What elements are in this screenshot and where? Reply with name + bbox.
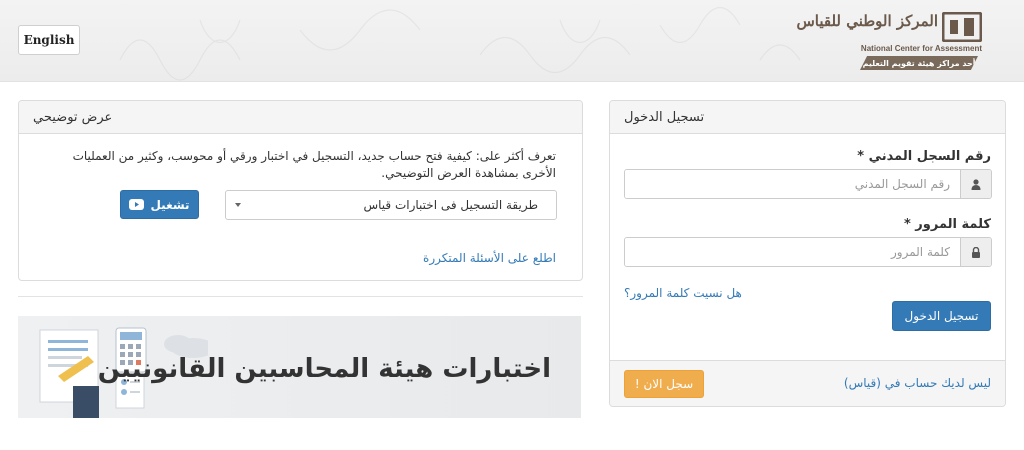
password-input[interactable] (625, 238, 960, 266)
password-label: كلمة المرور * (903, 217, 991, 232)
login-title: تسجيل الدخول (624, 109, 705, 125)
demo-video-select[interactable]: طريقة التسجيل فى اختبارات قياس (225, 190, 557, 220)
login-panel-heading: تسجيل الدخول (610, 101, 1005, 134)
demo-description: تعرف أكثر على: كيفية فتح حساب جديد، التس… (72, 149, 556, 180)
password-input-group (624, 237, 992, 267)
section-divider (18, 296, 583, 297)
play-button[interactable]: تشغيل (120, 190, 199, 219)
demo-title: عرض توضيحي (33, 109, 113, 125)
demo-panel: عرض توضيحي تعرف أكثر على: كيفية فتح حساب… (18, 100, 583, 281)
user-icon (960, 170, 991, 198)
logo-tagline: أحد مراكز هيئة تقويم التعليم (860, 56, 978, 70)
login-panel: تسجيل الدخول رقم السجل المدني * كلمة الم… (609, 100, 1006, 407)
forgot-password-link[interactable]: هل نسيت كلمة المرور؟ (624, 286, 742, 300)
youtube-play-icon (129, 199, 145, 210)
register-now-button[interactable]: سجل الان ! (624, 370, 704, 398)
no-account-text: ليس لديك حساب في (قياس) (843, 376, 991, 390)
logo-mark-icon (942, 12, 982, 42)
national-id-input-group (624, 169, 992, 199)
language-toggle-button[interactable]: English (18, 25, 80, 55)
chevron-down-icon (235, 203, 241, 207)
faq-link[interactable]: اطلع على الأسئلة المتكررة (423, 251, 556, 265)
logo-english-name: National Center for Assessment (860, 44, 982, 53)
site-header: English المركز الوطني للقياس National Ce… (0, 0, 1024, 82)
national-id-label: رقم السجل المدني * (857, 149, 991, 164)
login-panel-footer: ليس لديك حساب في (قياس) سجل الان ! (610, 360, 1005, 406)
nca-logo[interactable]: المركز الوطني للقياس National Center for… (796, 10, 982, 72)
demo-panel-heading: عرض توضيحي (19, 101, 582, 134)
lock-icon (960, 238, 991, 266)
demo-selected-option: طريقة التسجيل فى اختبارات قياس (363, 198, 538, 212)
national-id-input[interactable] (625, 170, 960, 198)
banner-title: اختبارات هيئة المحاسبين القانونيين (97, 354, 552, 384)
login-button[interactable]: تسجيل الدخول (892, 301, 991, 331)
logo-arabic-name: المركز الوطني للقياس (796, 12, 938, 30)
play-button-label: تشغيل (150, 197, 190, 212)
promo-banner[interactable]: اختبارات هيئة المحاسبين القانونيين (18, 316, 581, 418)
